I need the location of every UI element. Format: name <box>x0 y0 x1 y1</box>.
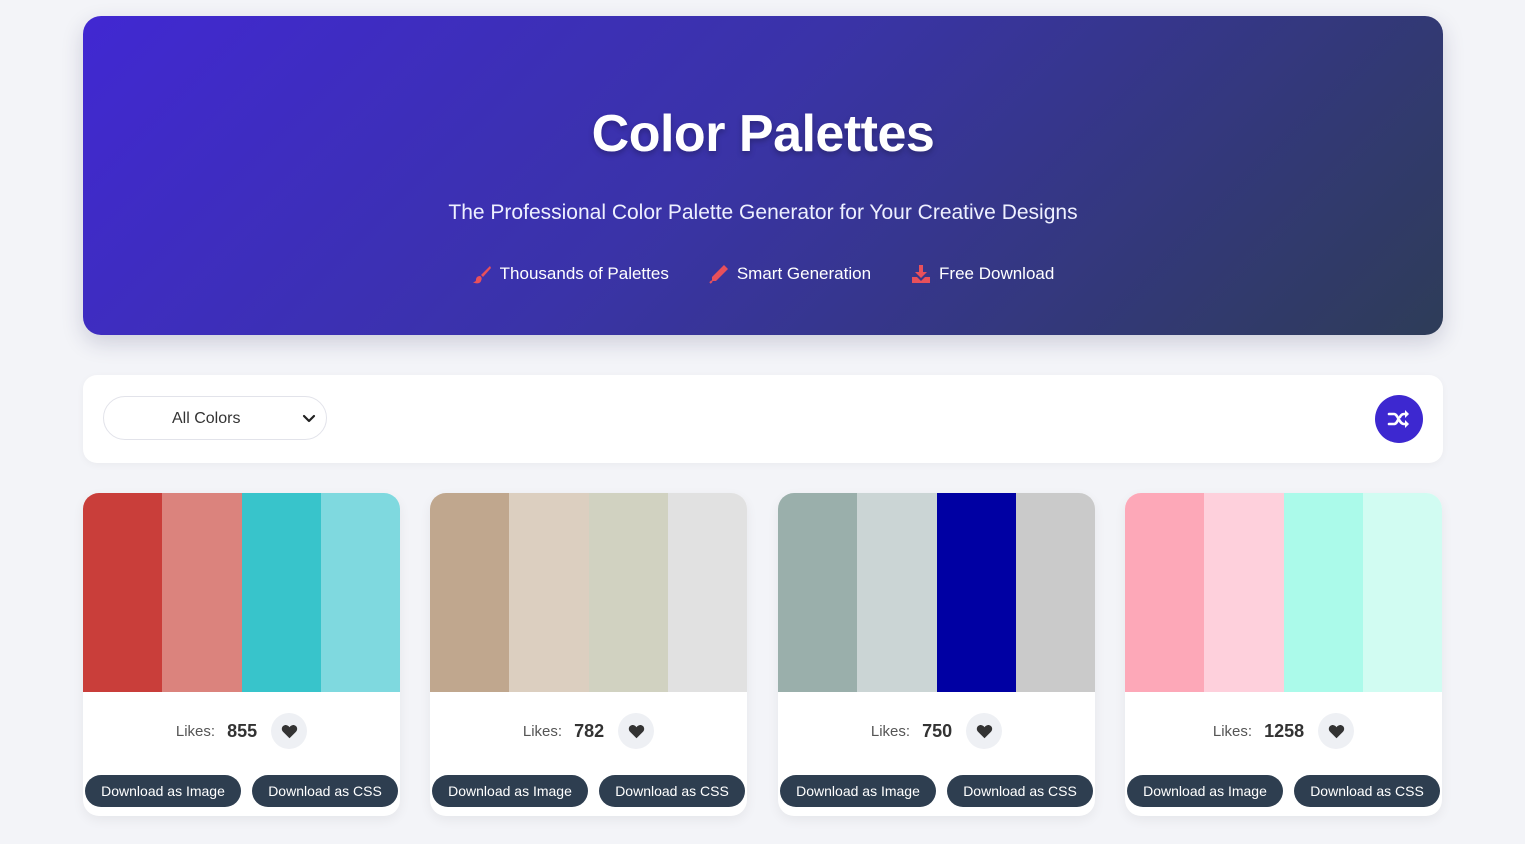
color-swatch[interactable] <box>1283 493 1363 692</box>
download-image-button[interactable]: Download as Image <box>85 775 241 807</box>
like-button[interactable] <box>966 713 1003 749</box>
likes-count: 1258 <box>1264 720 1305 741</box>
likes-label: Likes: <box>870 722 911 740</box>
like-button[interactable] <box>618 713 655 749</box>
color-swatch[interactable] <box>1362 493 1442 692</box>
color-filter-select[interactable]: All Colors <box>103 396 327 440</box>
download-css-button[interactable]: Download as CSS <box>252 775 398 807</box>
color-swatch[interactable] <box>1125 493 1205 692</box>
heart-icon <box>976 724 992 738</box>
palette-card: Likes: 1258 Download as Image Download a… <box>1125 493 1442 816</box>
page-subtitle: The Professional Color Palette Generator… <box>448 201 1078 224</box>
color-swatch[interactable] <box>430 493 510 692</box>
like-button[interactable] <box>1318 713 1355 749</box>
feature-smart-generation: Smart Generation <box>709 264 871 284</box>
palette-card: Likes: 750 Download as Image Download as… <box>778 493 1095 816</box>
feature-label: Smart Generation <box>736 264 872 283</box>
color-filter-value: All Colors <box>172 410 241 427</box>
like-button[interactable] <box>271 713 308 749</box>
color-swatch[interactable] <box>1204 493 1284 692</box>
palette-swatches <box>778 493 1095 692</box>
palette-swatches <box>430 493 747 692</box>
filter-toolbar: All Colors <box>83 375 1443 463</box>
download-actions: Download as Image Download as CSS <box>1127 775 1440 807</box>
shuffle-button[interactable] <box>1375 395 1423 443</box>
color-swatch[interactable] <box>83 493 163 692</box>
shuffle-icon <box>1387 410 1409 428</box>
color-swatch[interactable] <box>320 493 400 692</box>
download-css-button[interactable]: Download as CSS <box>599 775 745 807</box>
likes-row: Likes: 782 <box>430 713 747 749</box>
feature-label: Thousands of Palettes <box>499 264 669 283</box>
heart-icon <box>1328 724 1344 738</box>
download-actions: Download as Image Download as CSS <box>432 775 745 807</box>
color-swatch[interactable] <box>509 493 589 692</box>
download-css-button[interactable]: Download as CSS <box>1294 775 1440 807</box>
likes-row: Likes: 750 <box>778 713 1095 749</box>
heart-icon <box>281 724 297 738</box>
likes-label: Likes: <box>1212 722 1253 740</box>
color-swatch[interactable] <box>162 493 242 692</box>
page-title: Color Palettes <box>591 105 935 163</box>
palette-swatches <box>83 493 400 692</box>
likes-row: Likes: 1258 <box>1125 713 1442 749</box>
download-image-button[interactable]: Download as Image <box>780 775 936 807</box>
chevron-down-icon <box>302 414 316 423</box>
download-actions: Download as Image Download as CSS <box>780 775 1093 807</box>
heart-icon <box>628 724 644 738</box>
download-image-button[interactable]: Download as Image <box>1127 775 1283 807</box>
palette-card: Likes: 855 Download as Image Download as… <box>83 493 400 816</box>
color-swatch[interactable] <box>241 493 321 692</box>
download-image-button[interactable]: Download as Image <box>432 775 588 807</box>
pencil-icon <box>709 265 728 284</box>
likes-count: 782 <box>574 720 605 741</box>
likes-row: Likes: 855 <box>83 713 400 749</box>
download-css-button[interactable]: Download as CSS <box>947 775 1093 807</box>
color-swatch[interactable] <box>857 493 937 692</box>
feature-label: Free Download <box>939 264 1055 283</box>
download-actions: Download as Image Download as CSS <box>85 775 398 807</box>
likes-count: 750 <box>922 720 953 741</box>
color-swatch[interactable] <box>588 493 668 692</box>
feature-free-download: Free Download <box>911 264 1054 284</box>
color-swatch[interactable] <box>936 493 1016 692</box>
likes-count: 855 <box>227 720 258 741</box>
palette-swatches <box>1125 493 1442 692</box>
hero-banner: Color Palettes The Professional Color Pa… <box>83 16 1443 335</box>
likes-label: Likes: <box>175 722 216 740</box>
color-swatch[interactable] <box>667 493 747 692</box>
feature-list: Thousands of Palettes Smart Generation F… <box>83 264 1443 284</box>
palette-card: Likes: 782 Download as Image Download as… <box>430 493 747 816</box>
color-swatch[interactable] <box>1015 493 1095 692</box>
paintbrush-icon <box>472 266 491 284</box>
feature-thousands-of-palettes: Thousands of Palettes <box>472 264 669 284</box>
download-icon <box>912 265 931 283</box>
likes-label: Likes: <box>522 722 563 740</box>
color-swatch[interactable] <box>778 493 858 692</box>
